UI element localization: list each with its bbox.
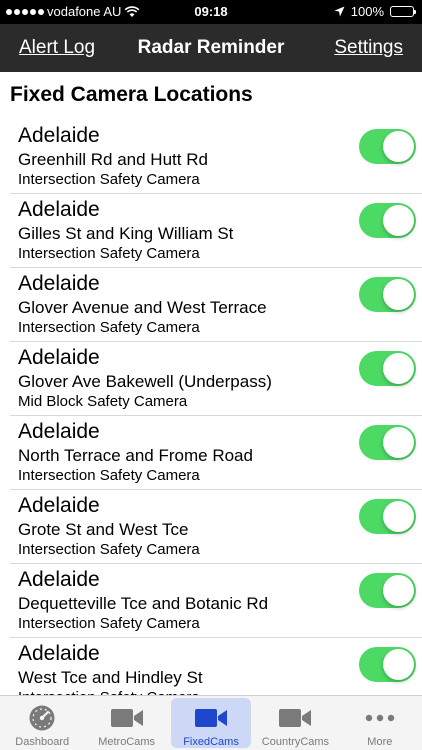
camera-street: West Tce and Hindley St (18, 668, 203, 687)
camera-enabled-toggle[interactable] (359, 425, 416, 460)
camera-type: Intersection Safety Camera (18, 171, 200, 188)
camera-type: Intersection Safety Camera (18, 467, 200, 484)
camera-city: Adelaide (18, 272, 100, 295)
toggle-knob (383, 279, 414, 310)
camera-list-item[interactable]: Adelaide Grote St and West Tce Intersectio… (10, 490, 422, 564)
tab-label: FixedCams (183, 736, 239, 748)
camera-type: Intersection Safety Camera (18, 541, 200, 558)
camera-enabled-toggle[interactable] (359, 647, 416, 682)
toggle-knob (383, 501, 414, 532)
toggle-knob (383, 649, 414, 680)
camera-city: Adelaide (18, 568, 100, 591)
tab-bar: Dashboard MetroCams FixedCams CountryCams Mo… (0, 695, 422, 750)
alert-log-button[interactable]: Alert Log (19, 37, 95, 59)
camera-list[interactable]: Adelaide Greenhill Rd and Hutt Rd Intersec… (0, 120, 422, 695)
camera-type: Intersection Safety Camera (18, 615, 200, 632)
camera-city: Adelaide (18, 642, 100, 665)
dashboard-gauge-icon (0, 704, 84, 732)
toggle-knob (383, 427, 414, 458)
tab-label: More (367, 736, 393, 748)
camera-list-item[interactable]: Adelaide Gilles St and King William St Int… (10, 194, 422, 268)
camera-city: Adelaide (18, 124, 100, 147)
navigation-bar: Alert Log Radar Reminder Settings (0, 24, 422, 72)
more-dots-icon (338, 704, 422, 732)
camera-enabled-toggle[interactable] (359, 573, 416, 608)
section-title: Fixed Camera Locations (10, 83, 253, 106)
camera-list-item[interactable]: AdelaideWest Tce and Hindley StIntersect… (10, 638, 422, 695)
tab-label: MetroCams (98, 736, 156, 748)
tab-more[interactable]: More (338, 696, 422, 750)
video-camera-icon (253, 704, 337, 732)
status-bar: vodafone AU 09:18 100% (0, 0, 422, 24)
camera-list-item[interactable]: Adelaide Glover Ave Bakewell (Underpass) M… (10, 342, 422, 416)
camera-list-item[interactable]: Adelaide Glover Avenue and West Terrace In… (10, 268, 422, 342)
camera-type: Intersection Safety Camera (18, 319, 200, 336)
tab-label: Dashboard (15, 736, 70, 748)
tab-label: CountryCams (261, 736, 330, 748)
camera-list-item[interactable]: Adelaide North Terrace and Frome Road Inte… (10, 416, 422, 490)
tab-countrycams[interactable]: CountryCams (253, 696, 337, 750)
camera-enabled-toggle[interactable] (359, 129, 416, 164)
camera-street: Glover Avenue and West Terrace (18, 298, 267, 317)
camera-street: Dequetteville Tce and Botanic Rd (18, 594, 269, 613)
toggle-knob (383, 353, 414, 384)
camera-type: Intersection Safety Camera (18, 245, 200, 262)
tab-dashboard[interactable]: Dashboard (0, 696, 84, 750)
toggle-knob (383, 131, 414, 162)
tab-metrocams[interactable]: MetroCams (84, 696, 168, 750)
camera-city: Adelaide (18, 346, 100, 369)
toggle-knob (383, 205, 414, 236)
settings-button[interactable]: Settings (334, 37, 403, 59)
camera-city: Adelaide (18, 494, 100, 517)
video-camera-icon (169, 704, 253, 732)
camera-street: Grote St and West Tce (18, 520, 189, 539)
camera-enabled-toggle[interactable] (359, 351, 416, 386)
camera-enabled-toggle[interactable] (359, 499, 416, 534)
location-arrow-icon (334, 6, 345, 17)
camera-street: North Terrace and Frome Road (18, 446, 253, 465)
camera-street: Gilles St and King William St (18, 224, 234, 243)
tab-fixedcams[interactable]: FixedCams (169, 696, 253, 750)
camera-list-item[interactable]: Adelaide Dequetteville Tce and Botanic Rd… (10, 564, 422, 638)
camera-enabled-toggle[interactable] (359, 277, 416, 312)
video-camera-icon (84, 704, 168, 732)
camera-city: Adelaide (18, 420, 100, 443)
camera-city: Adelaide (18, 198, 100, 221)
camera-type: Mid Block Safety Camera (18, 393, 188, 410)
camera-list-item[interactable]: Adelaide Greenhill Rd and Hutt Rd Intersec… (10, 120, 422, 194)
battery-icon (390, 6, 416, 17)
camera-street: Greenhill Rd and Hutt Rd (18, 150, 208, 169)
camera-enabled-toggle[interactable] (359, 203, 416, 238)
camera-street: Glover Ave Bakewell (Underpass) (18, 372, 272, 391)
status-right-group: 100% (334, 4, 416, 19)
battery-percent: 100% (350, 4, 384, 19)
toggle-knob (383, 575, 414, 606)
